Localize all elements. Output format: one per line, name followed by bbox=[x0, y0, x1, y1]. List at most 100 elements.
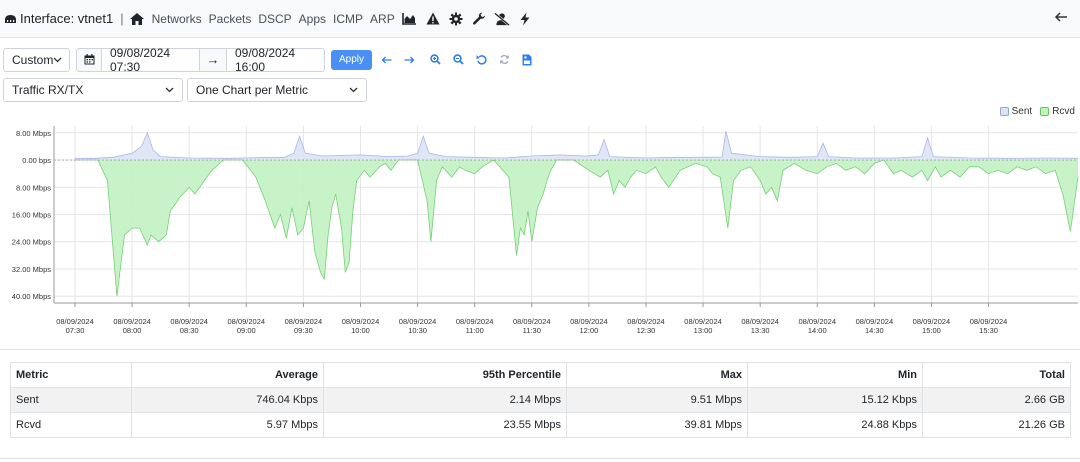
cell-total: 21.26 GB bbox=[922, 412, 1071, 438]
metrics-table: Metric Average 95th Percentile Max Min T… bbox=[10, 362, 1071, 438]
nav-dscp[interactable]: DSCP bbox=[258, 12, 291, 26]
nav-icmp[interactable]: ICMP bbox=[333, 12, 363, 26]
x-tick-time: 08:00 bbox=[123, 326, 142, 335]
legend-swatch-rcvd bbox=[1040, 107, 1050, 116]
cell-min: 24.88 Kbps bbox=[747, 412, 923, 438]
y-tick-label: 24.00 Mbps bbox=[12, 238, 51, 247]
x-tick-time: 12:00 bbox=[579, 326, 598, 335]
undo-icon[interactable] bbox=[474, 53, 488, 67]
save-image-icon[interactable] bbox=[520, 53, 534, 67]
x-tick-time: 15:00 bbox=[922, 326, 941, 335]
legend-item-sent[interactable]: Sent bbox=[999, 106, 1033, 117]
cell-average: 5.97 Mbps bbox=[131, 412, 324, 438]
x-tick-date: 08/09/2024 bbox=[570, 317, 608, 326]
zoom-out-icon[interactable] bbox=[451, 53, 465, 67]
table-row: Sent 746.04 Kbps 2.14 Mbps 9.51 Mbps 15.… bbox=[10, 387, 1071, 413]
apply-button[interactable]: Apply bbox=[331, 49, 373, 70]
x-tick-time: 11:30 bbox=[523, 326, 541, 335]
cell-average: 746.04 Kbps bbox=[131, 387, 324, 413]
x-tick-time: 14:00 bbox=[808, 326, 827, 335]
x-tick-time: 14:30 bbox=[865, 326, 884, 335]
legend-swatch-sent bbox=[999, 107, 1009, 116]
cell-min: 15.12 Kbps bbox=[747, 387, 923, 413]
col-total[interactable]: Total bbox=[922, 362, 1071, 388]
x-tick-date: 08/09/2024 bbox=[856, 317, 894, 326]
wrench-icon[interactable] bbox=[471, 11, 487, 27]
area-chart-icon[interactable] bbox=[402, 11, 418, 27]
chevron-down-icon bbox=[53, 57, 62, 63]
x-tick-time: 13:00 bbox=[694, 326, 713, 335]
table-row: Rcvd 5.97 Mbps 23.55 Mbps 39.81 Mbps 24.… bbox=[10, 412, 1071, 438]
title-separator: | bbox=[120, 11, 124, 26]
x-tick-time: 10:00 bbox=[351, 326, 370, 335]
nav-packets[interactable]: Packets bbox=[209, 12, 252, 26]
x-tick-date: 08/09/2024 bbox=[342, 317, 380, 326]
zoom-in-icon[interactable] bbox=[428, 53, 442, 67]
x-tick-time: 15:30 bbox=[979, 326, 998, 335]
cell-total: 2.66 GB bbox=[922, 387, 1071, 413]
gear-icon[interactable] bbox=[448, 11, 464, 27]
y-tick-label: 40.00 Mbps bbox=[12, 292, 51, 301]
y-tick-label: 32.00 Mbps bbox=[12, 265, 51, 274]
home-icon[interactable] bbox=[129, 11, 145, 27]
y-tick-label: 0.00 bps bbox=[22, 156, 51, 165]
x-tick-date: 08/09/2024 bbox=[56, 317, 94, 326]
cell-95th: 2.14 Mbps bbox=[323, 387, 567, 413]
col-min[interactable]: Min bbox=[747, 362, 923, 388]
x-tick-date: 08/09/2024 bbox=[399, 317, 437, 326]
x-tick-time: 09:30 bbox=[294, 326, 313, 335]
top-navbar: Interface: vtnet1 | Networks Packets DSC… bbox=[0, 0, 1080, 38]
interface-title: Interface: vtnet1 bbox=[20, 11, 114, 26]
back-arrow-icon[interactable] bbox=[1054, 10, 1070, 26]
x-tick-time: 09:00 bbox=[237, 326, 256, 335]
time-range-toolbar: Custom 09/08/2024 07:30 → 09/08/2024 16:… bbox=[3, 46, 534, 74]
col-average[interactable]: Average bbox=[131, 362, 324, 388]
calendar-button[interactable] bbox=[76, 47, 102, 72]
calendar-icon bbox=[84, 54, 95, 65]
legend-label-sent: Sent bbox=[1011, 106, 1033, 117]
x-tick-time: 13:30 bbox=[751, 326, 770, 335]
arrow-right-icon[interactable] bbox=[402, 53, 416, 67]
cell-metric: Sent bbox=[10, 387, 132, 413]
user-slash-icon[interactable] bbox=[493, 11, 510, 27]
col-max[interactable]: Max bbox=[566, 362, 748, 388]
chart-options: Traffic RX/TX One Chart per Metric bbox=[3, 78, 367, 102]
col-95th[interactable]: 95th Percentile bbox=[323, 362, 567, 388]
col-metric[interactable]: Metric bbox=[10, 362, 132, 388]
traffic-chart: 8.00 Mbps 0.00 bps 8.00 Mbps 16.00 Mbps 24.0… bbox=[0, 120, 1080, 342]
arrow-left-icon[interactable] bbox=[379, 53, 393, 67]
x-tick-date: 08/09/2024 bbox=[228, 317, 266, 326]
panel-divider bbox=[0, 349, 1080, 350]
nav-apps[interactable]: Apps bbox=[299, 12, 326, 26]
nav-networks[interactable]: Networks bbox=[152, 12, 202, 26]
series-line-rcvd bbox=[75, 159, 1079, 297]
metric-select[interactable]: Traffic RX/TX bbox=[3, 78, 183, 102]
x-tick-date: 08/09/2024 bbox=[913, 317, 951, 326]
bolt-icon[interactable] bbox=[517, 11, 533, 27]
legend-label-rcvd: Rcvd bbox=[1052, 106, 1075, 117]
chevron-down-icon bbox=[165, 87, 174, 93]
layout-select-value: One Chart per Metric bbox=[196, 83, 309, 97]
metric-select-value: Traffic RX/TX bbox=[12, 83, 84, 97]
cell-95th: 23.55 Mbps bbox=[323, 412, 567, 438]
x-tick-date: 08/09/2024 bbox=[970, 317, 1008, 326]
x-tick-time: 12:30 bbox=[637, 326, 656, 335]
nav-arp[interactable]: ARP bbox=[370, 12, 395, 26]
x-tick-time: 10:30 bbox=[408, 326, 427, 335]
start-datetime-input[interactable]: 09/08/2024 07:30 bbox=[102, 46, 200, 74]
server-icon bbox=[4, 13, 17, 25]
end-datetime-input[interactable]: 09/08/2024 16:00 bbox=[227, 46, 325, 74]
refresh-icon[interactable] bbox=[497, 53, 511, 67]
chevron-down-icon bbox=[349, 87, 358, 93]
range-arrow: → bbox=[200, 47, 227, 72]
y-tick-label: 16.00 Mbps bbox=[12, 211, 51, 220]
range-select[interactable]: Custom bbox=[3, 47, 70, 72]
x-tick-date: 08/09/2024 bbox=[684, 317, 722, 326]
x-tick-date: 08/09/2024 bbox=[627, 317, 665, 326]
layout-select[interactable]: One Chart per Metric bbox=[187, 78, 367, 102]
range-select-value: Custom bbox=[12, 52, 54, 67]
x-tick-date: 08/09/2024 bbox=[741, 317, 779, 326]
alert-icon[interactable] bbox=[425, 11, 441, 27]
legend-item-rcvd[interactable]: Rcvd bbox=[1040, 106, 1075, 117]
interface-nav: Networks Packets DSCP Apps ICMP ARP bbox=[129, 11, 533, 27]
